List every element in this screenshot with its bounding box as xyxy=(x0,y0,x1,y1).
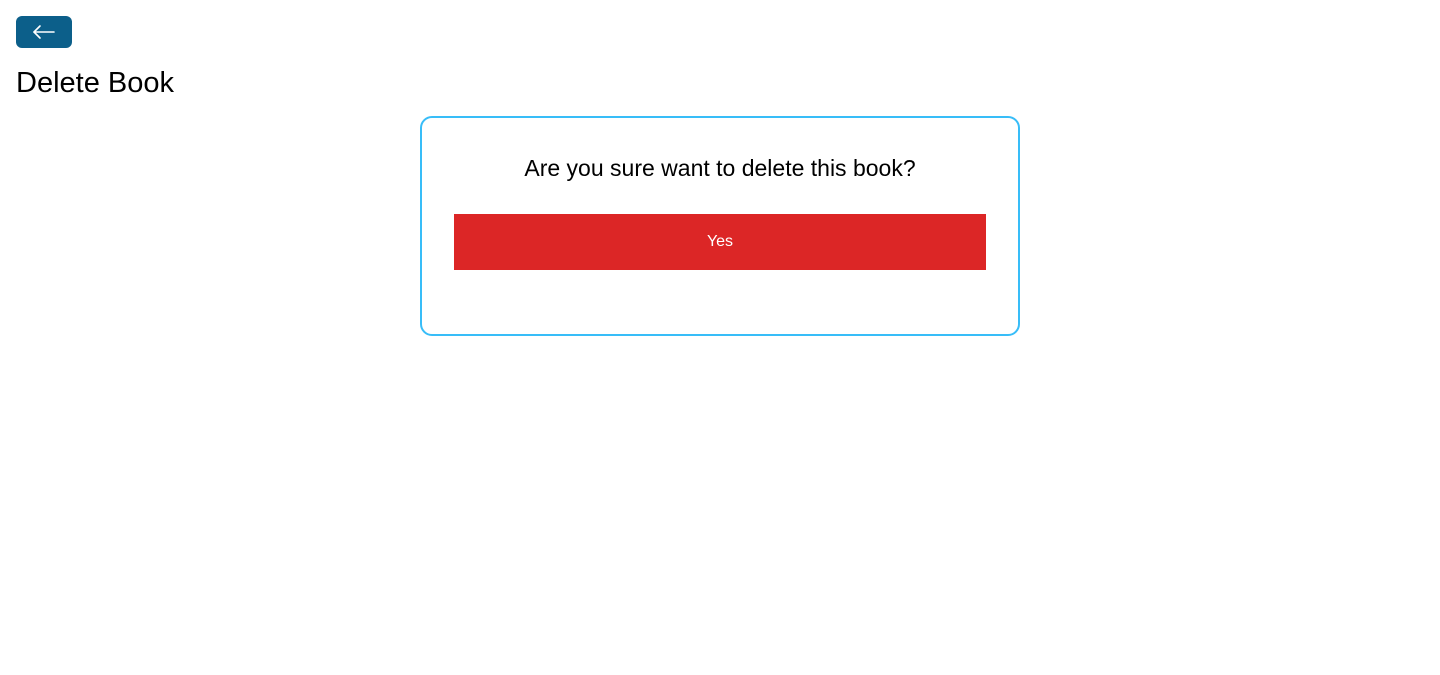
delete-book-page: Delete Book Are you sure want to delete … xyxy=(0,0,1440,675)
back-button[interactable] xyxy=(16,16,72,48)
confirmation-question: Are you sure want to delete this book? xyxy=(524,155,916,181)
delete-confirmation-card: Are you sure want to delete this book? Y… xyxy=(420,116,1020,336)
arrow-left-icon xyxy=(32,24,56,40)
page-title: Delete Book xyxy=(16,67,174,99)
confirm-delete-button[interactable]: Yes xyxy=(454,214,986,270)
